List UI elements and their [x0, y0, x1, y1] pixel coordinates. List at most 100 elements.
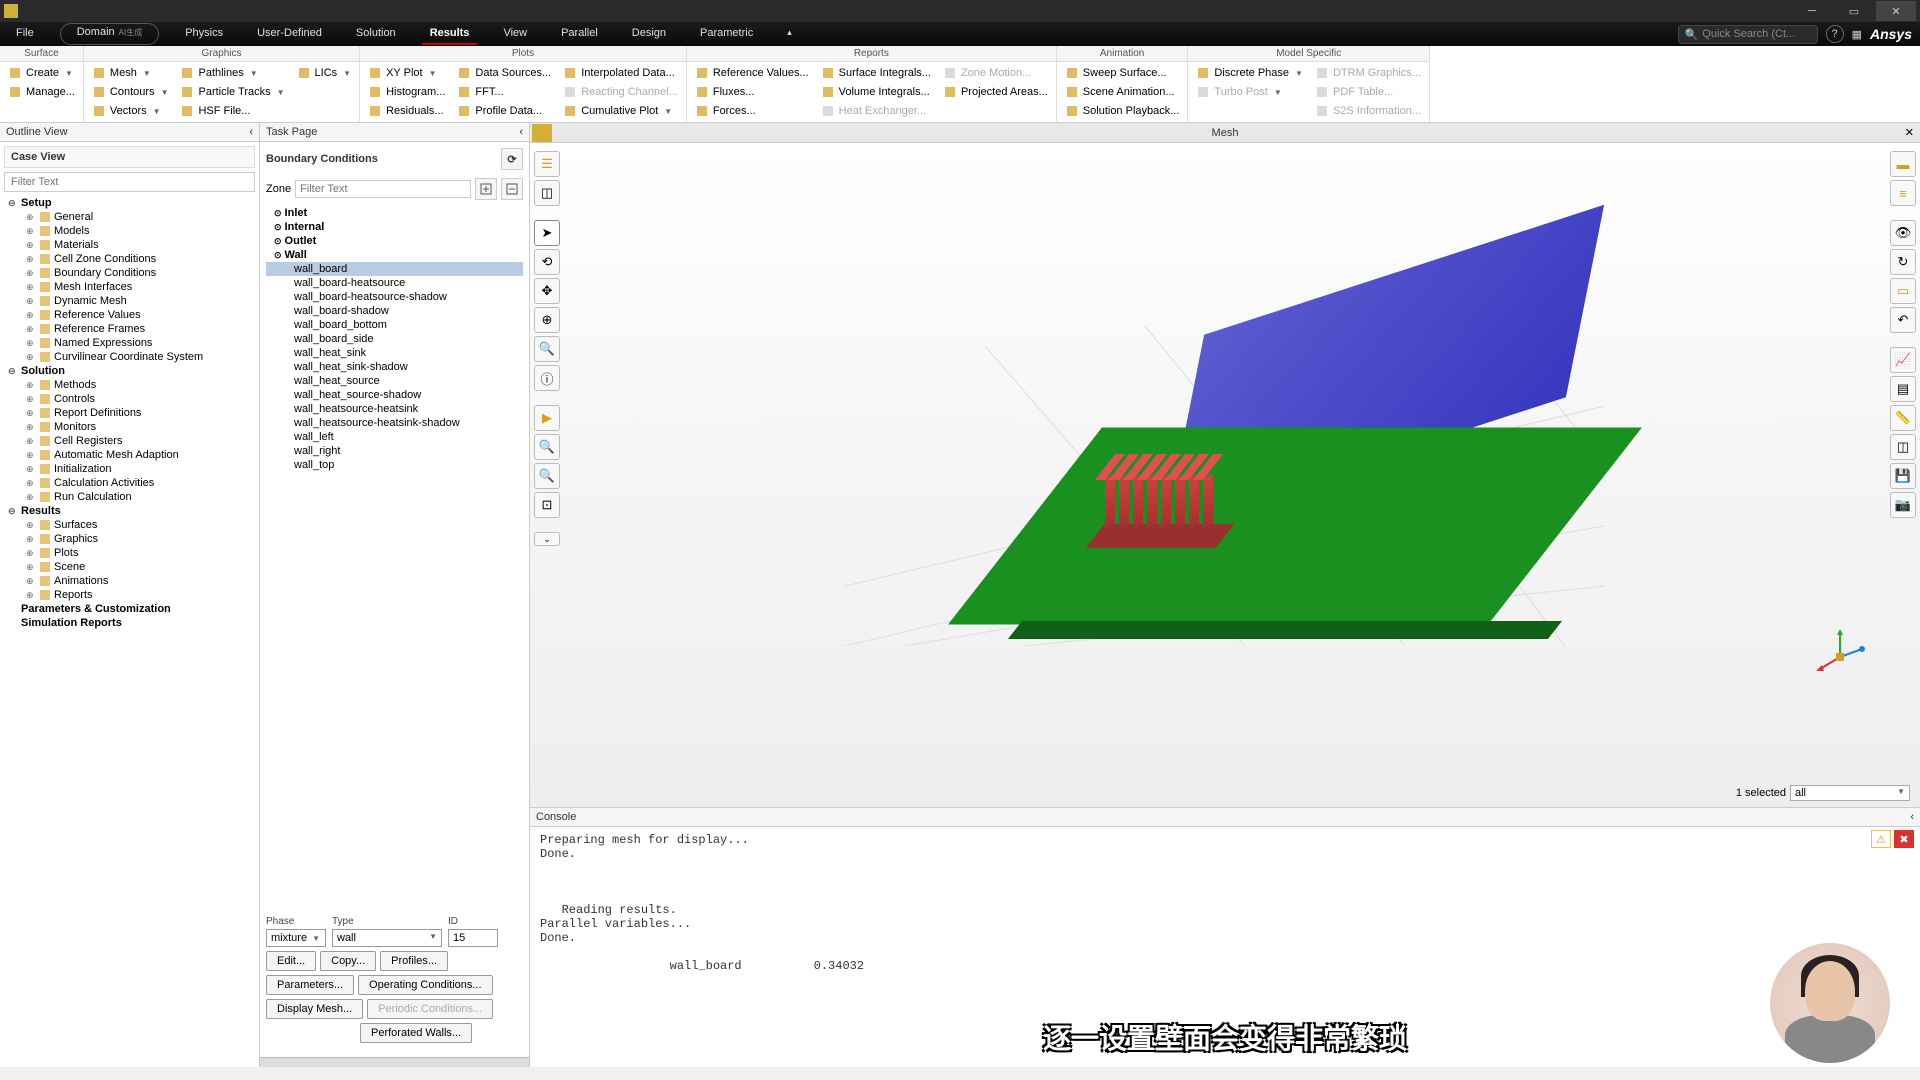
zone-wall_heat_source-shadow[interactable]: wall_heat_source-shadow [266, 388, 523, 402]
tree-collapse-button[interactable] [501, 178, 523, 200]
ribbon-pdf-table[interactable]: PDF Table... [1311, 83, 1425, 101]
zone-filter[interactable] [295, 180, 471, 198]
operating-button[interactable]: Operating Conditions... [358, 975, 493, 995]
ribbon-volume-integrals[interactable]: Volume Integrals... [817, 83, 935, 101]
annotate-icon[interactable]: ◫ [1890, 434, 1916, 460]
viewport-3d[interactable]: ☰ ◫ ➤ ⟲ ✥ ⊕ 🔍 ⓘ ▶ 🔍 🔍 ⊡ ⌄ ▬ ≡ [530, 143, 1920, 807]
zone-wall_board-shadow[interactable]: wall_board-shadow [266, 304, 523, 318]
ribbon-discrete-phase[interactable]: Discrete Phase▼ [1192, 64, 1307, 82]
perforated-button[interactable]: Perforated Walls... [360, 1023, 472, 1043]
tree-item-plots[interactable]: ⊕Plots [22, 546, 255, 560]
zone-wall_right[interactable]: wall_right [266, 444, 523, 458]
ribbon-xy-plot[interactable]: XY Plot▼ [364, 64, 449, 82]
case-view-header[interactable]: Case View [4, 146, 255, 168]
menu-view[interactable]: View [495, 23, 535, 45]
ribbon-vectors[interactable]: Vectors▼ [88, 102, 173, 120]
zoom-out-tool[interactable]: 🔍 [534, 463, 560, 489]
ribbon-dtrm-graphics[interactable]: DTRM Graphics... [1311, 64, 1425, 82]
tree-item-reference-frames[interactable]: ⊕Reference Frames [22, 322, 255, 336]
error-badge[interactable]: ✖ [1894, 830, 1914, 848]
tree-item-controls[interactable]: ⊕Controls [22, 392, 255, 406]
zone-tree[interactable]: ⊙Inlet⊙Internal⊙Outlet⊙Wallwall_boardwal… [266, 206, 523, 912]
tree-item-report-definitions[interactable]: ⊕Report Definitions [22, 406, 255, 420]
tree-item-reports[interactable]: ⊕Reports [22, 588, 255, 602]
tree-setup[interactable]: ⊖Setup [4, 196, 255, 210]
tree-item-methods[interactable]: ⊕Methods [22, 378, 255, 392]
zoom-tool[interactable]: 🔍 [534, 336, 560, 362]
zone-cat-inlet[interactable]: ⊙Inlet [266, 206, 523, 220]
tree-item-monitors[interactable]: ⊕Monitors [22, 420, 255, 434]
tree-item-cell-registers[interactable]: ⊕Cell Registers [22, 434, 255, 448]
ribbon-manage[interactable]: Manage... [4, 83, 79, 101]
task-scrollbar[interactable] [260, 1057, 529, 1067]
menu-userdefined[interactable]: User-Defined [249, 23, 330, 45]
rotate-tool[interactable]: ⟲ [534, 249, 560, 275]
ribbon-particle-tracks[interactable]: Particle Tracks▼ [176, 83, 288, 101]
zone-wall_board-heatsource-shadow[interactable]: wall_board-heatsource-shadow [266, 290, 523, 304]
tree-item-animations[interactable]: ⊕Animations [22, 574, 255, 588]
parameters-button[interactable]: Parameters... [266, 975, 354, 995]
ribbon-surface-integrals[interactable]: Surface Integrals... [817, 64, 935, 82]
ribbon-residuals[interactable]: Residuals... [364, 102, 449, 120]
ribbon-s2s-information[interactable]: S2S Information... [1311, 102, 1425, 120]
tree-item-reference-values[interactable]: ⊕Reference Values [22, 308, 255, 322]
ribbon-fluxes[interactable]: Fluxes... [691, 83, 813, 101]
ribbon-forces[interactable]: Forces... [691, 102, 813, 120]
legend-icon[interactable]: ▤ [1890, 376, 1916, 402]
tree-expand-button[interactable] [475, 178, 497, 200]
stack-icon[interactable]: ≡ [1890, 180, 1916, 206]
snapshot-icon[interactable]: 📷 [1890, 492, 1916, 518]
zone-wall_top[interactable]: wall_top [266, 458, 523, 472]
tree-item-graphics[interactable]: ⊕Graphics [22, 532, 255, 546]
ribbon-cumulative-plot[interactable]: Cumulative Plot▼ [559, 102, 682, 120]
tree-item-mesh-interfaces[interactable]: ⊕Mesh Interfaces [22, 280, 255, 294]
ribbon-pathlines[interactable]: Pathlines▼ [176, 64, 288, 82]
pointer-tool[interactable]: ➤ [534, 220, 560, 246]
tree-item-curvilinear-coordinate-system[interactable]: ⊕Curvilinear Coordinate System [22, 350, 255, 364]
zone-wall_board[interactable]: wall_board [266, 262, 523, 276]
layers-icon[interactable]: ☰ [534, 151, 560, 177]
menu-domain[interactable]: DomainAI生成 [60, 23, 159, 45]
axis-triad[interactable] [1810, 627, 1870, 687]
ribbon-solution-playback[interactable]: Solution Playback... [1061, 102, 1184, 120]
ribbon-zone-motion[interactable]: Zone Motion... [939, 64, 1052, 82]
ribbon-turbo-post[interactable]: Turbo Post▼ [1192, 83, 1307, 101]
tree-item-cell-zone-conditions[interactable]: ⊕Cell Zone Conditions [22, 252, 255, 266]
tree-item-general[interactable]: ⊕General [22, 210, 255, 224]
tree-item-run-calculation[interactable]: ⊕Run Calculation [22, 490, 255, 504]
copy-button[interactable]: Copy... [320, 951, 376, 971]
maximize-button[interactable]: ▭ [1834, 1, 1874, 21]
ribbon-scene-animation[interactable]: Scene Animation... [1061, 83, 1184, 101]
collapse-icon[interactable]: ‹ [249, 126, 253, 138]
type-select[interactable]: wall ▼ [332, 929, 442, 947]
outline-filter[interactable] [4, 172, 255, 192]
expand-tool[interactable]: ⌄ [534, 532, 560, 546]
pan-tool[interactable]: ✥ [534, 278, 560, 304]
zone-wall_heatsource-heatsink-shadow[interactable]: wall_heatsource-heatsink-shadow [266, 416, 523, 430]
console-collapse-icon[interactable]: ‹ [1910, 811, 1914, 823]
zone-cat-outlet[interactable]: ⊙Outlet [266, 234, 523, 248]
menu-parallel[interactable]: Parallel [553, 23, 606, 45]
ruler-icon[interactable]: 📏 [1890, 405, 1916, 431]
close-button[interactable]: ✕ [1876, 1, 1916, 21]
tree-solution[interactable]: ⊖Solution [4, 364, 255, 378]
minimize-button[interactable]: ─ [1792, 1, 1832, 21]
menu-parametric[interactable]: Parametric [692, 23, 761, 45]
ribbon-mesh[interactable]: Mesh▼ [88, 64, 173, 82]
ribbon-contours[interactable]: Contours▼ [88, 83, 173, 101]
warning-badge[interactable]: ⚠ [1871, 830, 1891, 848]
tree-item-boundary-conditions[interactable]: ⊕Boundary Conditions [22, 266, 255, 280]
ribbon-sweep-surface[interactable]: Sweep Surface... [1061, 64, 1184, 82]
ribbon-reacting-channel[interactable]: Reacting Channel... [559, 83, 682, 101]
zone-wall_board-heatsource[interactable]: wall_board-heatsource [266, 276, 523, 290]
ribbon-fft[interactable]: FFT... [453, 83, 555, 101]
zone-cat-internal[interactable]: ⊙Internal [266, 220, 523, 234]
tree-params[interactable]: Parameters & Customization [4, 602, 255, 616]
tree-item-surfaces[interactable]: ⊕Surfaces [22, 518, 255, 532]
phase-select[interactable]: mixture ▼ [266, 929, 326, 947]
zoom-in-tool[interactable]: 🔍 [534, 434, 560, 460]
layout-icon[interactable]: ▦ [1852, 28, 1862, 41]
viewport-tab-icon[interactable] [532, 124, 552, 142]
ribbon-reference-values[interactable]: Reference Values... [691, 64, 813, 82]
profiles-button[interactable]: Profiles... [380, 951, 448, 971]
